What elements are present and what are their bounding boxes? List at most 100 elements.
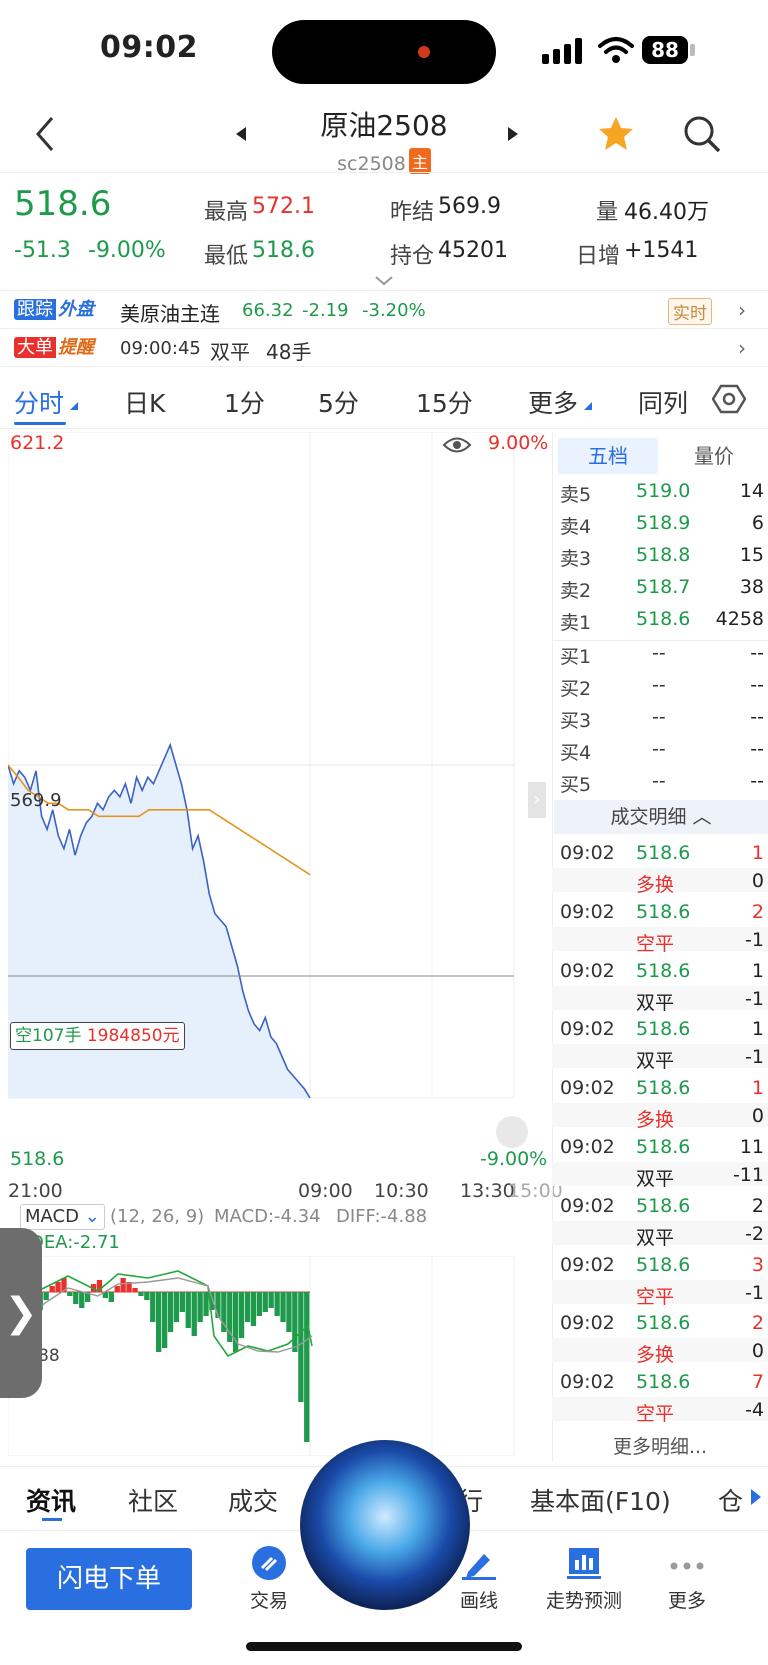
trade-kind: 空平 (636, 932, 675, 955)
bid-price: -- (652, 706, 666, 728)
trade-time: 09:02 (560, 1136, 615, 1158)
ask-row: 卖2 518.7 38 (552, 576, 768, 608)
bid-label: 买1 (560, 646, 592, 668)
favorite-star-icon[interactable] (596, 114, 636, 154)
trade-row: 09:02 518.6 1 多换 0 (552, 1073, 768, 1131)
trade-row: 09:02 518.6 7 空平 -4 (552, 1367, 768, 1425)
trade-volume: 2 (751, 900, 764, 923)
tab-news[interactable]: 资讯 (26, 1482, 76, 1518)
macd-histogram-bar (298, 1292, 304, 1402)
trade-oi-change: -1 (745, 987, 764, 1010)
macd-histogram-bar (256, 1292, 262, 1316)
tab-daily-k[interactable]: 日K (124, 384, 165, 420)
search-icon[interactable] (682, 114, 722, 154)
trade-kind: 双平 (636, 991, 675, 1014)
cursor-label-amount: 1984850元 (86, 1026, 180, 1046)
tab-position[interactable]: 仓 (718, 1482, 743, 1518)
trade-volume: 3 (751, 1253, 764, 1276)
ask-price: 518.7 (636, 576, 691, 598)
nav-trend-forecast[interactable]: 走势预测 (534, 1586, 634, 1613)
trade-time: 09:02 (560, 1194, 615, 1217)
macd-histogram-bar (43, 1292, 49, 1300)
tab-fundamentals[interactable]: 基本面(F10) (530, 1482, 671, 1518)
ask-vol: 38 (739, 576, 764, 598)
expand-chevron-icon[interactable] (374, 272, 394, 286)
macd-histogram-bar (179, 1292, 185, 1312)
battery-indicator: 88 (642, 36, 688, 64)
tracking-chevron-icon: › (738, 298, 746, 322)
chart-ref-price: 569.9 (10, 790, 62, 811)
trade-price: 518.6 (636, 1253, 691, 1276)
trade-oi-change: 0 (751, 1105, 764, 1128)
chevron-up-icon: ︿ (692, 806, 712, 828)
tracking-row[interactable]: 跟踪 外盘 美原油主连 66.32 -2.19 -3.20% 实时 › (0, 292, 768, 328)
tabs-next-icon[interactable] (750, 1488, 762, 1506)
macd-histogram-bar (73, 1292, 79, 1304)
tab-volume-price[interactable]: 量价 (664, 438, 764, 474)
chart-settings-icon[interactable] (711, 382, 747, 416)
macd-histogram-bar (244, 1292, 251, 1322)
next-contract-icon[interactable] (506, 126, 520, 142)
fullscreen-icon[interactable] (496, 1116, 528, 1148)
tab-five-level[interactable]: 五档 (558, 438, 658, 474)
big-order-badge: 大单 提醒 (14, 336, 96, 360)
nav-more[interactable]: 更多 (637, 1586, 737, 1613)
intraday-chart[interactable] (8, 432, 546, 1168)
tab-15min[interactable]: 15分 (416, 384, 473, 420)
macd-histogram-bar (274, 1292, 280, 1316)
siri-orb[interactable] (300, 1440, 470, 1610)
big-order-row[interactable]: 大单 提醒 09:00:45 双平 48手 › (0, 330, 768, 366)
tab-5min[interactable]: 5分 (318, 384, 359, 420)
flash-order-button[interactable]: 闪电下单 (26, 1548, 192, 1610)
high-value: 572.1 (252, 194, 315, 219)
x-axis-labels: 21:00 09:00 10:30 13:30 15:00 (8, 1180, 563, 1204)
prev-settle-value: 569.9 (438, 194, 501, 219)
trade-price: 518.6 (636, 959, 691, 982)
x-label: 10:30 (374, 1180, 429, 1202)
panel-expand-icon[interactable]: › (528, 782, 546, 818)
macd-histogram-bar (167, 1292, 174, 1332)
tab-same-row[interactable]: 同列 (638, 384, 688, 420)
trade-time: 09:02 (560, 959, 615, 982)
trade-row: 09:02 518.6 1 多换 0 (552, 838, 768, 896)
macd-chart[interactable] (8, 1256, 546, 1456)
tab-intraday[interactable]: 分时 (14, 384, 64, 420)
macd-histogram-bar (203, 1292, 209, 1316)
macd-dropdown[interactable]: MACD ⌄ (20, 1204, 105, 1230)
macd-histogram-bar (304, 1292, 310, 1442)
macd-histogram-bar (250, 1292, 257, 1326)
ask-price: 518.8 (636, 544, 691, 566)
trade-detail-header[interactable]: 成交明细 ︿ (554, 800, 768, 834)
ask-price: 518.9 (636, 512, 691, 534)
last-price: 518.6 (14, 184, 112, 224)
recording-indicator (418, 46, 430, 58)
bid-label: 买2 (560, 678, 592, 700)
trade-volume: 1 (751, 1018, 764, 1041)
nav-trade[interactable]: 交易 (219, 1586, 319, 1613)
trade-volume: 11 (739, 1136, 764, 1158)
more-details-link[interactable]: 更多明细... (552, 1432, 768, 1459)
tracking-badge: 跟踪 外盘 (14, 298, 96, 322)
tracking-pct: -3.20% (362, 300, 426, 321)
tab-community[interactable]: 社区 (128, 1482, 178, 1518)
trend-forecast-icon (567, 1546, 601, 1580)
macd-diff: DIFF:-4.88 (336, 1206, 428, 1227)
wifi-icon (598, 36, 634, 64)
ask-vol: 15 (739, 544, 764, 566)
contract-code: sc2508 主 (0, 148, 768, 175)
tab-more[interactable]: 更多 (528, 384, 578, 420)
tab-1min[interactable]: 1分 (224, 384, 265, 420)
bid-label: 买4 (560, 742, 592, 764)
trade-oi-change: -1 (745, 928, 764, 951)
macd-histogram-bar (292, 1292, 298, 1352)
bid-price: -- (652, 738, 666, 760)
tracking-price: 66.32 (242, 300, 294, 321)
side-drawer-handle[interactable]: ❯ (0, 1228, 42, 1398)
nav-draw-line[interactable]: 画线 (429, 1586, 529, 1613)
tracking-change: -2.19 (302, 300, 349, 321)
tab-trades[interactable]: 成交 (228, 1482, 278, 1518)
eye-icon[interactable] (442, 434, 472, 456)
macd-histogram-bar (114, 1286, 120, 1292)
tab-intraday-arrow-icon (70, 402, 78, 410)
chart-bottom-pct: -9.00% (480, 1148, 548, 1170)
